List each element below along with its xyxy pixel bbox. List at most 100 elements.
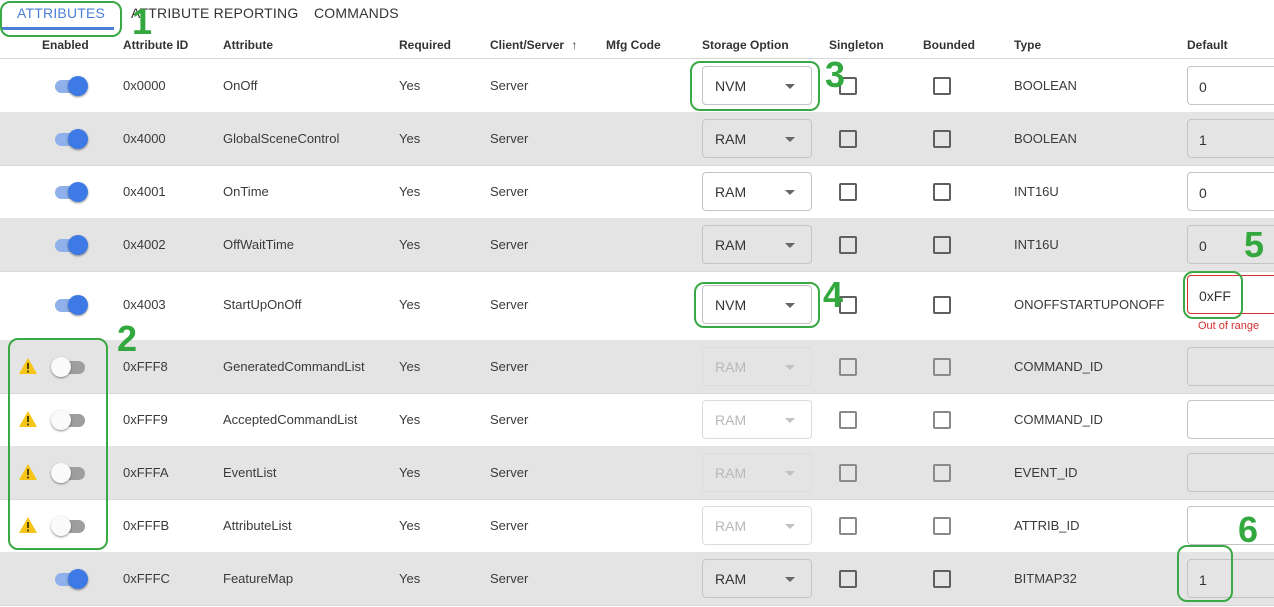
type-value: ATTRIB_ID <box>1014 518 1080 533</box>
required-value: Yes <box>399 571 421 586</box>
bounded-checkbox <box>933 358 951 376</box>
enabled-toggle[interactable] <box>51 463 87 483</box>
col-storage-option[interactable]: Storage Option <box>702 38 789 52</box>
singleton-checkbox <box>839 517 857 535</box>
default-value-input[interactable]: 0xFF <box>1187 275 1274 314</box>
toggle-knob <box>51 357 71 377</box>
default-value-input[interactable] <box>1187 453 1274 492</box>
enabled-toggle[interactable] <box>53 76 89 96</box>
storage-option-value: RAM <box>715 518 747 534</box>
storage-option-select[interactable]: NVM <box>702 285 812 324</box>
enabled-toggle[interactable] <box>53 182 89 202</box>
annotation-number-6: 6 <box>1238 509 1259 550</box>
attribute-id: 0x4001 <box>123 184 166 199</box>
default-value-input[interactable]: 1 <box>1187 559 1274 598</box>
storage-option-select[interactable]: RAM <box>702 172 812 211</box>
storage-option-select: RAM <box>702 506 812 545</box>
attribute-name: FeatureMap <box>223 571 294 586</box>
storage-option-select[interactable]: RAM <box>702 559 812 598</box>
type-value: BITMAP32 <box>1014 571 1077 586</box>
bounded-checkbox[interactable] <box>933 130 951 148</box>
storage-option-select[interactable]: RAM <box>702 119 812 158</box>
singleton-checkbox[interactable] <box>839 183 857 201</box>
attribute-name: OffWaitTime <box>223 237 295 252</box>
tab-commands[interactable]: COMMANDS <box>314 5 399 21</box>
default-value-input[interactable] <box>1187 347 1274 386</box>
sort-ascending-icon[interactable]: ↑ <box>571 38 577 52</box>
dropdown-arrow-icon <box>785 243 795 248</box>
tab-attribute-reporting[interactable]: ATTRIBUTE REPORTING <box>131 5 298 21</box>
required-value: Yes <box>399 131 421 146</box>
client-server-value: Server <box>490 412 529 427</box>
col-required[interactable]: Required <box>399 38 451 52</box>
dropdown-arrow-icon <box>785 84 795 89</box>
col-singleton[interactable]: Singleton <box>829 38 884 52</box>
bounded-checkbox[interactable] <box>933 236 951 254</box>
client-server-value: Server <box>490 571 529 586</box>
enabled-toggle[interactable] <box>53 129 89 149</box>
bounded-checkbox[interactable] <box>933 570 951 588</box>
required-value: Yes <box>399 465 421 480</box>
attribute-name: GlobalSceneControl <box>223 131 340 146</box>
warning-icon <box>18 516 38 534</box>
table-row: 0x4003 StartUpOnOff Yes Server NVM ONOFFSTART… <box>0 271 1274 341</box>
type-value: BOOLEAN <box>1014 131 1077 146</box>
default-value-input[interactable] <box>1187 506 1274 545</box>
singleton-checkbox[interactable] <box>839 236 857 254</box>
col-mfg-code[interactable]: Mfg Code <box>606 38 661 52</box>
type-value: INT16U <box>1014 184 1059 199</box>
bounded-checkbox[interactable] <box>933 296 951 314</box>
dropdown-arrow-icon <box>785 137 795 142</box>
singleton-checkbox[interactable] <box>839 130 857 148</box>
storage-option-select: RAM <box>702 347 812 386</box>
default-value-input[interactable]: 0 <box>1187 66 1274 105</box>
enabled-toggle[interactable] <box>51 516 87 536</box>
table-row: 0x4002 OffWaitTime Yes Server RAM INT16U 0 <box>0 218 1274 272</box>
dropdown-arrow-icon <box>785 190 795 195</box>
singleton-checkbox[interactable] <box>839 570 857 588</box>
bounded-checkbox[interactable] <box>933 183 951 201</box>
col-client-server[interactable]: Client/Server ↑ <box>490 38 577 52</box>
table-header: Enabled Attribute ID Attribute Required … <box>0 30 1274 59</box>
attribute-id: 0x0000 <box>123 78 166 93</box>
storage-option-value: NVM <box>715 297 747 313</box>
error-message: Out of range <box>1198 320 1260 332</box>
attribute-name: OnTime <box>223 184 269 199</box>
dropdown-arrow-icon <box>785 524 795 529</box>
storage-option-select: RAM <box>702 400 812 439</box>
required-value: Yes <box>399 184 421 199</box>
storage-option-select[interactable]: RAM <box>702 225 812 264</box>
bounded-checkbox <box>933 411 951 429</box>
enabled-toggle[interactable] <box>53 569 89 589</box>
singleton-checkbox <box>839 411 857 429</box>
default-value-input[interactable]: 0 <box>1187 172 1274 211</box>
attribute-name: OnOff <box>223 78 258 93</box>
enabled-toggle[interactable] <box>53 235 89 255</box>
storage-option-select: RAM <box>702 453 812 492</box>
default-value: 1 <box>1199 572 1207 588</box>
col-type[interactable]: Type <box>1014 38 1041 52</box>
col-enabled[interactable]: Enabled <box>42 38 89 52</box>
type-value: ONOFFSTARTUPONOFF <box>1014 297 1165 312</box>
default-value-input[interactable]: 1 <box>1187 119 1274 158</box>
table-row: 0xFFF9 AcceptedCommandList Yes Server RAM COM… <box>0 393 1274 447</box>
col-bounded[interactable]: Bounded <box>923 38 975 52</box>
col-attribute[interactable]: Attribute <box>223 38 273 52</box>
client-server-value: Server <box>490 131 529 146</box>
bounded-checkbox <box>933 517 951 535</box>
attribute-id: 0x4003 <box>123 297 166 312</box>
enabled-toggle[interactable] <box>51 357 87 377</box>
bounded-checkbox[interactable] <box>933 77 951 95</box>
enabled-toggle[interactable] <box>51 410 87 430</box>
attribute-id: 0xFFF9 <box>123 412 168 427</box>
client-server-value: Server <box>490 78 529 93</box>
warning-icon <box>18 357 38 375</box>
tab-attributes[interactable]: ATTRIBUTES <box>17 5 105 21</box>
table-row: 0xFFFB AttributeList Yes Server RAM ATTRIB_ID <box>0 499 1274 553</box>
storage-option-value: RAM <box>715 571 747 587</box>
enabled-toggle[interactable] <box>53 295 89 315</box>
annotation-number-3: 3 <box>825 54 846 95</box>
col-default[interactable]: Default <box>1187 38 1228 52</box>
storage-option-select[interactable]: NVM <box>702 66 812 105</box>
default-value-input[interactable] <box>1187 400 1274 439</box>
